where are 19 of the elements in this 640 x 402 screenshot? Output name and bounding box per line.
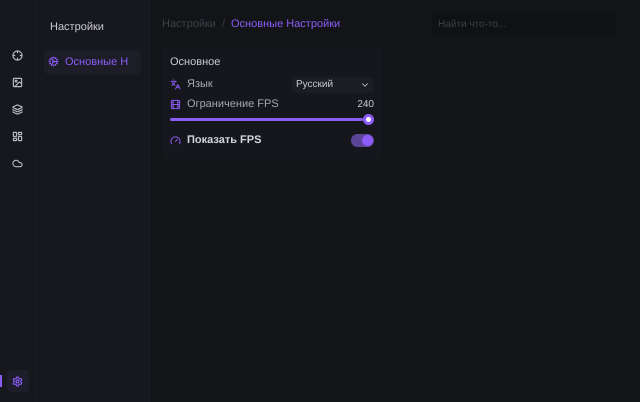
active-indicator — [0, 375, 2, 387]
toggle-switch[interactable] — [351, 134, 374, 147]
setting-label: Показать FPS — [187, 133, 262, 148]
film-icon — [170, 99, 181, 110]
breadcrumb-separator: / — [222, 16, 225, 32]
gauge-icon — [170, 135, 181, 146]
language-select[interactable]: Русский — [292, 76, 374, 92]
sidebar-item[interactable]: Основные Н — [44, 50, 141, 74]
breadcrumb-item: Основные Настройки — [231, 16, 340, 32]
fps-slider[interactable] — [170, 114, 374, 124]
section-title: Основное — [170, 55, 222, 70]
gears-icon — [48, 56, 59, 68]
setting-label: Ограничение FPS — [187, 97, 279, 112]
setting-label: Язык — [187, 77, 213, 92]
slider-thumb[interactable] — [363, 114, 374, 124]
settings-icon[interactable] — [6, 370, 28, 392]
slider-value: 240 — [357, 98, 374, 112]
sidebar-title: Настройки — [49, 20, 105, 35]
language-icon — [170, 79, 181, 90]
